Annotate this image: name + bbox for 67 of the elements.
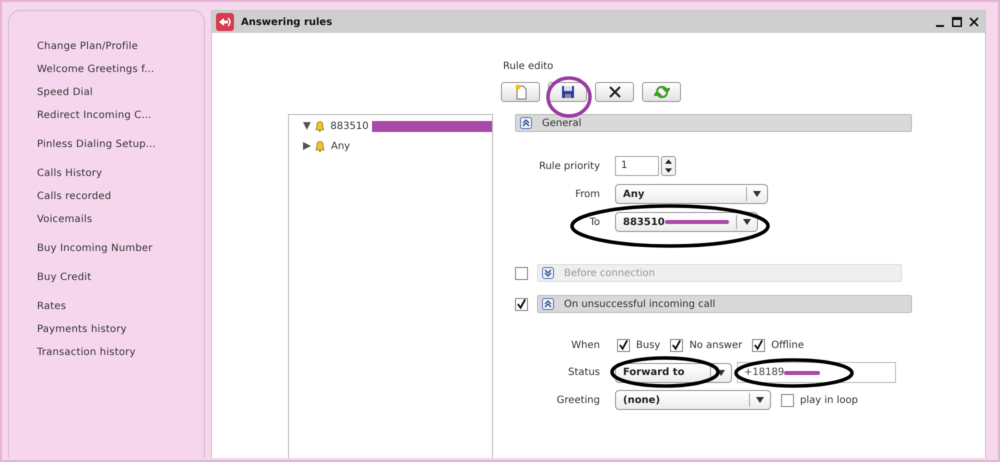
priority-field[interactable]: 1 [615, 156, 659, 176]
spinner-control[interactable] [661, 156, 676, 176]
down-arrow-icon[interactable] [665, 168, 672, 173]
checkbox[interactable] [781, 394, 794, 406]
sidebar-link[interactable]: Calls History [37, 167, 204, 181]
checkbox[interactable] [752, 338, 766, 352]
section-title: Before connection [564, 268, 655, 278]
checkbox-label: Busy [636, 340, 660, 350]
field-label: Greeting [556, 394, 600, 406]
redaction-scribble [784, 370, 820, 374]
sidebar-link[interactable]: Pinless Dialing Setup... [37, 138, 204, 152]
dropdown-arrow-icon [753, 191, 761, 197]
bell-icon [314, 140, 326, 152]
annotation-circle [546, 76, 592, 118]
collapse-icon[interactable] [542, 298, 554, 310]
checkbox-label: play in loop [800, 394, 858, 406]
checkbox-label: Offline [771, 340, 804, 350]
cross-icon [606, 84, 622, 100]
sidebar-link[interactable]: Redirect Incoming C... [37, 109, 204, 123]
maximize-icon[interactable] [952, 17, 962, 27]
checkbox[interactable] [515, 298, 528, 310]
checkbox-label: No answer [689, 340, 742, 350]
section-title: General [542, 118, 582, 128]
sidebar-link[interactable]: Speed Dial [37, 86, 204, 100]
dropdown-arrow-icon [743, 219, 751, 225]
sidebar-link[interactable]: Rates [37, 300, 204, 314]
dropdown-arrow-icon [756, 397, 764, 403]
field-label: When [571, 340, 600, 350]
forward-number-field[interactable]: +18189 [737, 362, 896, 383]
tree-item[interactable]: 883510 [330, 120, 369, 132]
new-document-icon [512, 84, 528, 100]
bell-icon [314, 120, 326, 132]
sidebar-link[interactable]: Calls recorded [37, 190, 204, 204]
section-header[interactable]: General [515, 114, 912, 132]
field-label: To [589, 216, 600, 228]
collapsed-triangle-icon[interactable] [303, 142, 311, 150]
section-header[interactable]: On unsuccessful incoming call [537, 295, 912, 313]
from-dropdown[interactable]: Any [615, 184, 768, 204]
app-logo-icon [216, 13, 234, 31]
sidebar-link[interactable]: Voicemails [37, 213, 204, 227]
sidebar-link[interactable]: Transaction history [37, 346, 204, 360]
expanded-triangle-icon[interactable] [303, 122, 311, 130]
up-arrow-icon[interactable] [665, 159, 672, 164]
sidebar-link[interactable]: Welcome Greetings f... [37, 63, 204, 77]
sidebar-link[interactable]: Payments history [37, 323, 204, 337]
close-icon[interactable] [969, 17, 979, 27]
checkbox[interactable] [617, 338, 630, 352]
dropdown-arrow-icon [717, 370, 725, 376]
field-label: Status [568, 367, 600, 378]
new-rule-button[interactable] [501, 82, 540, 102]
redaction-scribble [664, 220, 729, 224]
sidebar-link[interactable]: Change Plan/Profile [37, 40, 204, 54]
refresh-icon [654, 84, 670, 100]
field-label: From [575, 188, 600, 200]
window-title: Answering rules [241, 16, 332, 28]
section-title: On unsuccessful incoming call [564, 298, 716, 310]
greeting-dropdown[interactable]: (none) [615, 390, 771, 410]
tree-item[interactable]: Any [331, 140, 350, 152]
collapse-icon[interactable] [520, 117, 532, 129]
sidebar-link[interactable]: Buy Credit [37, 271, 204, 285]
checkbox[interactable] [670, 338, 684, 352]
refresh-button[interactable] [642, 82, 681, 102]
field-label: Rule priority [538, 160, 600, 172]
to-dropdown[interactable]: 883510 [615, 212, 758, 232]
sidebar-link[interactable]: Buy Incoming Number [37, 242, 204, 256]
rule-editor-label: Rule edito [503, 61, 554, 73]
delete-button[interactable] [595, 82, 634, 102]
